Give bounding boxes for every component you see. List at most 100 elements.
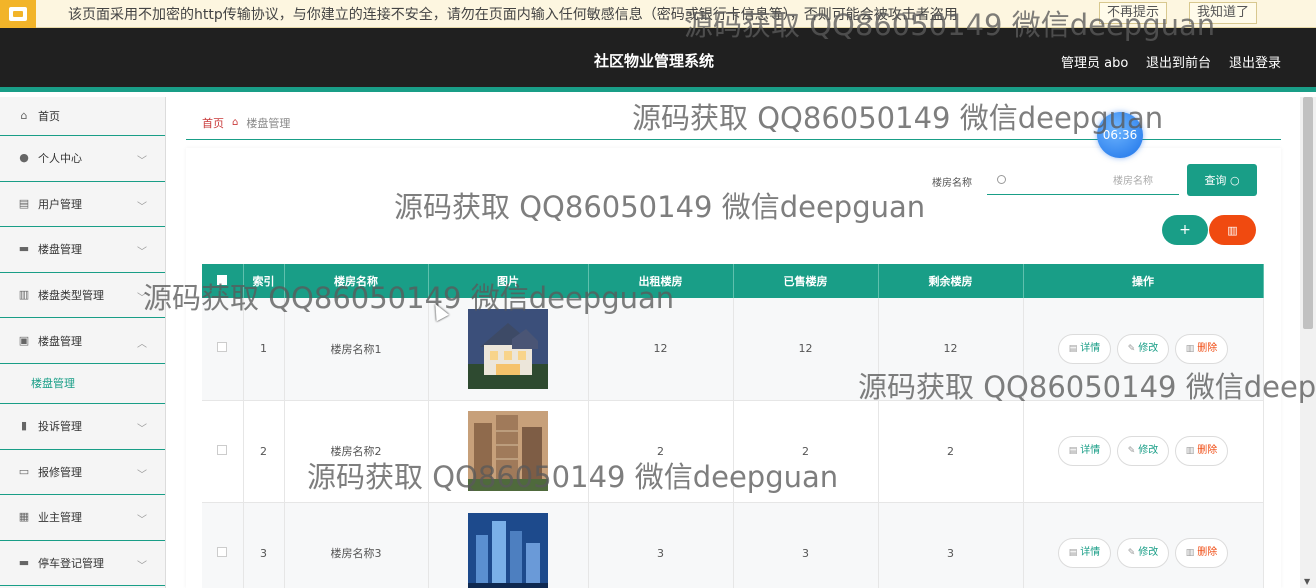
property-image	[468, 513, 548, 588]
sidebar-item-repair-management[interactable]: ▭ 报修管理 ﹀	[0, 450, 165, 496]
row-checkbox[interactable]	[217, 444, 228, 455]
search-icon	[997, 175, 1006, 184]
columns-icon: ▥	[18, 288, 30, 302]
breadcrumb-home[interactable]: 首页	[202, 115, 224, 131]
property-image	[468, 308, 548, 389]
sidebar-item-personal-center[interactable]: ● 个人中心 ﹀	[0, 136, 165, 182]
select-all-column[interactable]	[202, 264, 244, 298]
edit-icon: ✎	[1127, 548, 1136, 558]
add-button[interactable]: +	[1162, 215, 1208, 245]
bar-chart-icon: ▮	[20, 419, 28, 433]
grid-icon: ▦	[18, 510, 30, 524]
delete-label: 删除	[1197, 547, 1218, 558]
clock-badge[interactable]: 06:36	[1097, 112, 1143, 158]
chevron-down-icon: ﹀	[137, 293, 147, 305]
row-checkbox[interactable]	[217, 546, 228, 557]
sidebar-item-property-type-management[interactable]: ▥ 楼盘类型管理 ﹀	[0, 273, 165, 319]
select-all-checkbox[interactable]	[217, 274, 228, 285]
chevron-down-icon: ﹀	[137, 561, 147, 573]
chevron-down-icon: ﹀	[137, 247, 147, 259]
edit-label: 修改	[1138, 547, 1159, 558]
chevron-down-icon: ﹀	[137, 515, 147, 527]
app-title: 社区物业管理系统	[594, 52, 715, 70]
row-rent: 12	[588, 298, 734, 401]
document-icon: ▤	[1068, 343, 1078, 354]
sidebar-item-label: 停车登记管理	[38, 557, 104, 571]
search-label: 楼房名称	[932, 178, 972, 189]
home-icon: ⌂	[232, 117, 239, 128]
query-button[interactable]: 查询 ○	[1187, 164, 1257, 196]
scroll-down-icon[interactable]: ▼	[1304, 577, 1310, 586]
column-header: 操作	[1023, 264, 1264, 298]
scrollbar-thumb[interactable]	[1303, 97, 1313, 329]
search-input[interactable]	[1017, 171, 1177, 191]
row-left: 3	[878, 502, 1024, 588]
edit-button[interactable]: ✎ 修改	[1116, 333, 1170, 364]
exit-to-front-link[interactable]: 退出到前台	[1146, 52, 1211, 71]
table-header-row: 索引 楼房名称 图片 出租楼房 已售楼房 剩余楼房 操作	[202, 264, 1264, 298]
sidebar-item-user-management[interactable]: ▤ 用户管理 ﹀	[0, 182, 165, 228]
batch-delete-button[interactable]: ▥	[1209, 215, 1256, 245]
table-row: 3 楼房名称3 3 3 3 ▤ 详情 ✎ 修改 ▥ 删除	[202, 502, 1264, 588]
search-icon: ○	[1229, 174, 1240, 187]
edit-label: 修改	[1138, 342, 1159, 354]
clipboard-icon: ▤	[18, 196, 30, 210]
banner-text: 该页面采用不加密的http传输协议，与你建立的连接不安全，请勿在页面内输入任何敏…	[68, 6, 958, 23]
home-icon: ⌂	[20, 109, 28, 122]
dont-remind-button[interactable]: 不再提示	[1099, 2, 1168, 24]
delete-button[interactable]: ▥ 删除	[1174, 333, 1229, 364]
page-scrollbar[interactable]: ▼	[1300, 97, 1316, 588]
detail-button[interactable]: ▤ 详情	[1057, 436, 1112, 466]
row-actions: ▤ 详情 ✎ 修改 ▥ 删除	[1023, 502, 1264, 588]
sidebar-item-complaint-management[interactable]: ▮ 投诉管理 ﹀	[0, 404, 165, 450]
query-button-label: 查询	[1204, 174, 1227, 187]
edit-button[interactable]: ✎ 修改	[1116, 436, 1170, 466]
sidebar-item-label: 用户管理	[38, 197, 82, 211]
sidebar-item-label: 投诉管理	[38, 420, 82, 434]
row-index: 1	[243, 298, 285, 401]
column-header: 楼房名称	[284, 264, 429, 298]
trash-icon: ▥	[1185, 343, 1195, 354]
top-header: 社区物业管理系统 管理员 abo 退出到前台 退出登录	[0, 28, 1316, 92]
row-index: 2	[243, 400, 285, 503]
sidebar-item-label: 首页	[38, 110, 60, 123]
detail-button[interactable]: ▤ 详情	[1057, 333, 1112, 364]
detail-button[interactable]: ▤ 详情	[1057, 538, 1112, 568]
edit-label: 修改	[1138, 445, 1159, 456]
sidebar-item-owner-management[interactable]: ▦ 业主管理 ﹀	[0, 495, 165, 541]
detail-label: 详情	[1080, 445, 1101, 456]
chevron-down-icon: ﹀	[137, 201, 147, 213]
column-header: 索引	[243, 264, 285, 298]
security-banner: 该页面采用不加密的http传输协议，与你建立的连接不安全，请勿在页面内输入任何敏…	[0, 0, 1316, 28]
row-checkbox[interactable]	[217, 342, 228, 353]
sidebar-item-property-management[interactable]: ▬ 楼盘管理 ﹀	[0, 227, 165, 273]
trash-icon: ▥	[1185, 446, 1195, 456]
row-actions: ▤ 详情 ✎ 修改 ▥ 删除	[1023, 400, 1264, 503]
sidebar-item-parking-management[interactable]: ▬ 停车登记管理 ﹀	[0, 541, 165, 587]
table-row: 2 楼房名称2 2 2 2 ▤ 详情 ✎ 修改 ▥ 删除	[202, 400, 1264, 503]
property-table: 索引 楼房名称 图片 出租楼房 已售楼房 剩余楼房 操作 1 楼房名称1 12 …	[202, 264, 1264, 588]
breadcrumb-current: 楼盘管理	[246, 116, 291, 130]
document-icon: ▤	[1068, 548, 1078, 558]
column-header: 出租楼房	[588, 264, 734, 298]
column-header: 剩余楼房	[878, 264, 1024, 298]
sidebar-item-property-management-open[interactable]: ▣ 楼盘管理 ︿	[0, 318, 165, 364]
edit-icon: ✎	[1127, 446, 1136, 456]
sidebar-item-label: 个人中心	[38, 152, 82, 166]
delete-button[interactable]: ▥ 删除	[1174, 538, 1229, 568]
briefcase-icon: ▬	[18, 242, 30, 256]
submenu-item-property-management[interactable]: 楼盘管理	[0, 364, 165, 404]
search-box	[987, 167, 1179, 195]
document-icon: ▤	[1068, 446, 1078, 456]
edit-button[interactable]: ✎ 修改	[1116, 538, 1170, 568]
chevron-down-icon: ﹀	[137, 156, 147, 168]
row-rent: 3	[588, 502, 734, 588]
edit-icon: ✎	[1127, 343, 1136, 354]
sidebar-item-label: 楼盘管理	[38, 334, 82, 348]
current-user: 管理员 abo	[1061, 56, 1129, 71]
row-sold: 3	[733, 502, 879, 588]
sidebar-item-home[interactable]: ⌂ 首页	[0, 97, 165, 136]
delete-button[interactable]: ▥ 删除	[1174, 436, 1229, 466]
got-it-button[interactable]: 我知道了	[1189, 2, 1258, 24]
logout-link[interactable]: 退出登录	[1229, 52, 1281, 71]
